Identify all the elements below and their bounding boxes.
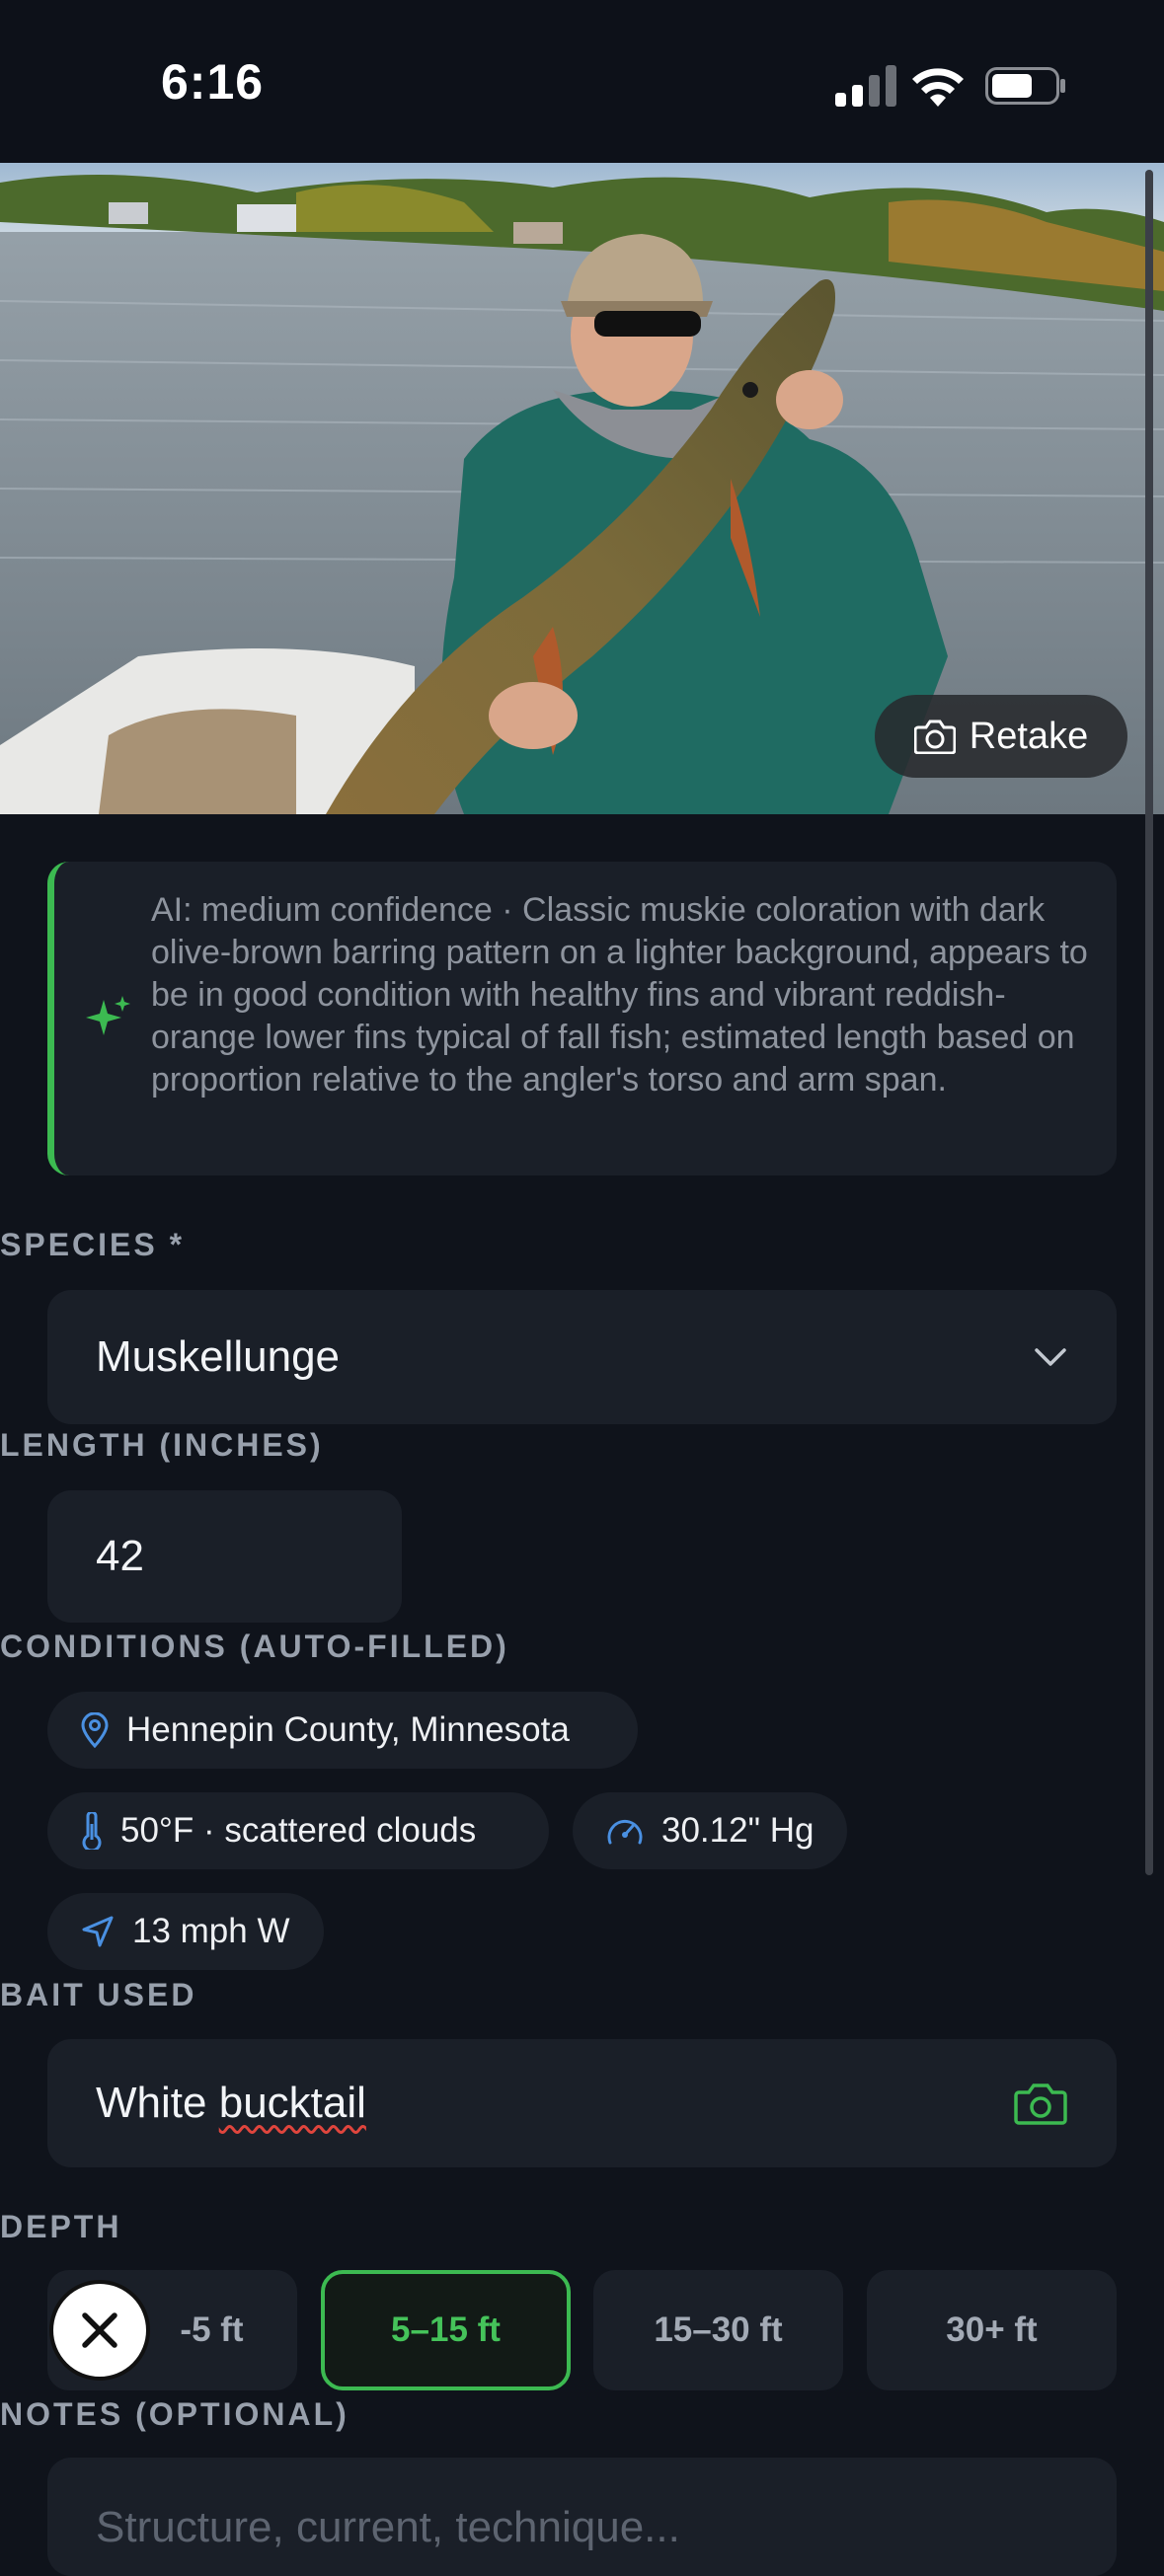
notes-textarea[interactable]: Structure, current, technique... — [47, 2458, 1117, 2576]
bait-label: BAIT USED — [0, 1977, 197, 2012]
location-chip: Hennepin County, Minnesota — [47, 1692, 638, 1769]
ai-confidence-note: AI: medium confidence · Classic muskie c… — [47, 862, 1117, 1175]
notes-placeholder: Structure, current, technique... — [96, 2503, 680, 2551]
battery-icon — [985, 67, 1065, 105]
bait-word-1: White — [96, 2079, 207, 2127]
depth-option-30-plus[interactable]: 30+ ft — [867, 2270, 1117, 2390]
catch-photo: Retake — [0, 163, 1164, 814]
gauge-icon — [607, 1820, 643, 1845]
weather-text: 50°F · scattered clouds — [120, 1811, 477, 1850]
conditions-label: CONDITIONS (AUTO-FILLED) — [0, 1629, 509, 1664]
status-bar: 6:16 — [0, 0, 1164, 163]
weather-chip: 50°F · scattered clouds — [47, 1792, 549, 1869]
species-select[interactable]: Muskellunge — [47, 1290, 1117, 1424]
depth-option-15-30[interactable]: 15–30 ft — [593, 2270, 843, 2390]
depth-option-5-15[interactable]: 5–15 ft — [321, 2270, 571, 2390]
wifi-icon — [912, 68, 964, 107]
sparkles-icon — [86, 996, 130, 1035]
bait-value: White bucktail — [96, 2079, 366, 2128]
depth-option-label: 5–15 ft — [391, 2311, 501, 2349]
pressure-text: 30.12" Hg — [661, 1811, 815, 1850]
bait-word-2: bucktail — [218, 2079, 366, 2127]
wind-chip: 13 mph W — [47, 1893, 324, 1970]
close-button[interactable] — [49, 2280, 150, 2381]
camera-icon — [913, 720, 956, 754]
notes-label: NOTES (OPTIONAL) — [0, 2396, 349, 2432]
retake-label: Retake — [969, 715, 1089, 757]
thermometer-icon — [82, 1812, 102, 1850]
length-input[interactable]: 42 — [47, 1490, 402, 1623]
cellular-signal-icon — [835, 65, 896, 107]
pressure-chip: 30.12" Hg — [573, 1792, 847, 1869]
wind-text: 13 mph W — [132, 1912, 290, 1950]
scrollbar[interactable] — [1145, 170, 1153, 1875]
location-text: Hennepin County, Minnesota — [126, 1710, 570, 1749]
retake-button[interactable]: Retake — [875, 695, 1127, 778]
ai-note-text: AI: medium confidence · Classic muskie c… — [151, 891, 1088, 1099]
length-label: LENGTH (INCHES) — [0, 1427, 324, 1463]
depth-label: DEPTH — [0, 2209, 122, 2244]
depth-option-label: 15–30 ft — [654, 2311, 783, 2349]
length-value: 42 — [96, 1532, 144, 1580]
status-time: 6:16 — [161, 54, 265, 110]
camera-icon[interactable] — [1014, 2082, 1067, 2125]
depth-option-label: 30+ ft — [946, 2311, 1038, 2349]
location-pin-icon — [81, 1712, 109, 1748]
species-value: Muskellunge — [96, 1332, 341, 1381]
species-label: SPECIES * — [0, 1227, 186, 1262]
close-icon — [82, 2312, 117, 2348]
navigation-arrow-icon — [82, 1916, 114, 1947]
bait-input[interactable]: White bucktail — [47, 2039, 1117, 2167]
chevron-down-icon — [1035, 1348, 1066, 1366]
